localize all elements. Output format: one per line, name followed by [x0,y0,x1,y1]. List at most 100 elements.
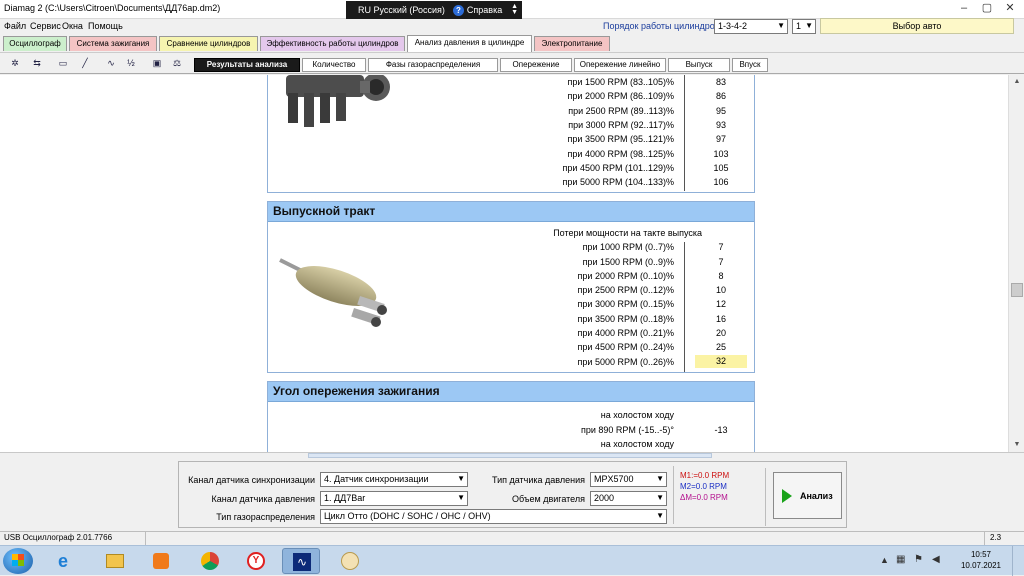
sync-channel-select[interactable]: 4. Датчик синхронизации ▼ [320,472,468,487]
ignition-panel: Угол опережения зажигания на холостом хо… [267,381,755,452]
subtab-valve-timing[interactable]: Фазы газораспределения [368,58,498,72]
cylinder-number-select[interactable]: 1 ▼ [792,19,816,34]
ignition-panel-title: Угол опережения зажигания [268,382,754,402]
tab-label: Электропитание [541,39,603,48]
title-bar: Diamag 2 (C:\Users\Citroen\Documents\ДД7… [0,0,1024,19]
taskbar-yandex[interactable]: Y [236,548,274,574]
marker-readouts: M1:=0.0 RPM M2=0.0 RPM ΔM=0.0 RPM [680,470,729,503]
marker-m2: M2=0.0 RPM [680,482,727,491]
maximize-icon[interactable]: ▢ [977,2,997,16]
langbar-options-icon[interactable]: ▲ ▼ [511,3,518,16]
intake-row-label: при 2000 RPM (86..109)% [567,91,674,101]
results-area: при 1500 RPM (83..105)% 83 при 2000 RPM … [0,75,1008,452]
volume-icon[interactable]: ◀ [932,554,940,565]
minimize-icon[interactable]: – [954,2,974,16]
taskbar-paint[interactable] [330,548,368,574]
intake-row-label: при 5000 RPM (104..133)% [562,177,674,187]
show-hidden-icons-icon[interactable]: ▲ [880,555,889,565]
ignition-row-value: -13 [714,425,728,435]
subtab-intake[interactable]: Впуск [732,58,768,72]
intake-row-label: при 4500 RPM (101..129)% [562,163,674,173]
taskbar-diamag[interactable]: ∿ [282,548,320,574]
scroll-up-icon[interactable]: ▲ [1009,75,1024,89]
intake-row-value: 97 [715,134,726,144]
cylinder-order-value: 1-3-4-2 [718,21,748,31]
zoom-icon[interactable]: ╱ [76,56,94,72]
choose-auto-button[interactable]: Выбор авто [820,18,1014,34]
chevron-down-icon: ▼ [457,474,465,483]
play-icon [782,489,792,503]
settings-divider [673,466,674,524]
intake-row-value: 86 [715,91,726,101]
cylinder-order-label: Порядок работы цилиндров [603,21,720,31]
menu-windows[interactable]: Окна [62,21,83,31]
sync-icon[interactable]: ⇆ [28,56,46,72]
menu-help[interactable]: Помощь [88,21,123,31]
tab-label: Система зажигания [76,39,150,48]
intake-row-value: 103 [713,149,729,159]
exhaust-panel: Выпускной тракт Потери мощности на такте… [267,201,755,373]
status-version: USB Осциллограф 2.01.7766 [4,533,113,542]
start-button[interactable] [3,548,33,574]
taskbar-media[interactable] [142,548,180,574]
taskbar-ie[interactable]: e [48,548,86,574]
exhaust-panel-title: Выпускной тракт [268,202,754,222]
clock[interactable]: 10:57 10.07.2021 [956,549,1006,571]
ignition-row-label: при 890 RPM (-15..-5)° [580,425,674,435]
taskbar: e Y ∿ ▲ ▦ ⚑ ◀ 10:57 10.07.2021 [0,545,1024,576]
analyze-label: Анализ [800,491,833,501]
sensor-type-select[interactable]: MPX5700 ▼ [590,472,667,487]
settings-area: Канал датчика синхронизации 4. Датчик си… [0,452,1024,530]
engine-volume-select[interactable]: 2000 ▼ [590,491,667,506]
pressure-channel-select[interactable]: 1. ДД7Bar ▼ [320,491,468,506]
analyze-button[interactable]: Анализ [773,472,842,519]
scroll-thumb[interactable] [1011,283,1023,297]
value-column-divider [684,242,685,372]
show-desktop-button[interactable] [1012,546,1024,576]
clock-date: 10.07.2021 [960,561,1002,570]
network-icon[interactable]: ▦ [896,554,905,565]
close-icon[interactable]: ✕ [1000,2,1020,16]
subtab-results[interactable]: Результаты анализа [194,58,300,72]
tab-cylinder-efficiency[interactable]: Эффективность работы цилиндров [260,36,405,51]
valve-timing-select[interactable]: Цикл Отто (DOHC / SOHC / OHC / OHV) ▼ [320,509,667,524]
signal-icon[interactable]: ✲ [6,56,24,72]
algorithm-icon[interactable]: ½ [122,56,140,72]
tab-label: Анализ давления в цилиндре [414,38,525,47]
exhaust-row-value: 16 [715,314,726,324]
flag-icon[interactable]: ⚑ [914,554,923,565]
auto-icon[interactable]: ▭ [54,56,72,72]
valve-timing-label: Тип газораспределения [216,512,315,522]
status-divider [984,532,985,545]
intake-row-label: при 4000 RPM (98..125)% [567,149,674,159]
tab-pressure-analysis[interactable]: Анализ давления в цилиндре [407,35,532,52]
save-icon[interactable]: ▣ [148,56,166,72]
tab-power-supply[interactable]: Электропитание [534,36,610,51]
taskbar-explorer[interactable] [96,548,134,574]
wave-icon[interactable]: ∿ [102,56,120,72]
subtab-advance[interactable]: Опережение [500,58,572,72]
tab-ignition-system[interactable]: Система зажигания [69,36,157,51]
windows-logo-icon [12,554,24,566]
subtab-exhaust[interactable]: Выпуск [668,58,730,72]
language-selector[interactable]: RU Русский (Россия) [358,5,445,15]
taskbar-chrome[interactable] [190,548,228,574]
splitter-handle[interactable] [308,453,712,458]
exhaust-row-label: при 4000 RPM (0..21)% [577,328,674,338]
vertical-scrollbar[interactable]: ▲ ▼ [1008,75,1024,452]
tab-cylinder-comparison[interactable]: Сравнение цилиндров [159,36,258,51]
exhaust-muffler-image [279,258,387,327]
language-bar[interactable]: RU Русский (Россия) ? Справка ▲ ▼ [346,1,522,19]
exhaust-row-label: при 5000 RPM (0..26)% [577,357,674,367]
internet-explorer-icon: e [58,551,69,571]
subtab-quantity[interactable]: Количество [302,58,366,72]
tab-oscilloscope[interactable]: Осциллограф [3,36,67,51]
scroll-down-icon[interactable]: ▼ [1009,438,1024,452]
help-button[interactable]: ? Справка [452,4,502,16]
exhaust-row-label: при 4500 RPM (0..24)% [577,342,674,352]
subtab-advance-linear[interactable]: Опережение линейно [574,58,666,72]
cylinder-order-select[interactable]: 1-3-4-2 ▼ [714,19,788,34]
menu-file[interactable]: Файл [4,21,26,31]
menu-service[interactable]: Сервис [30,21,61,31]
scales-icon[interactable]: ⚖ [168,56,186,72]
